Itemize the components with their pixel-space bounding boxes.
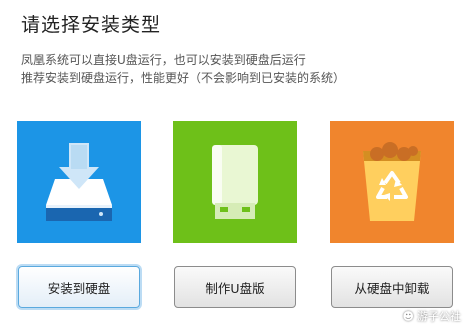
watermark: ☻ 游子公社 — [403, 308, 461, 324]
usb-drive-icon — [212, 145, 258, 219]
make-usb-tile[interactable] — [173, 121, 297, 243]
page-title: 请选择安装类型 — [21, 14, 162, 36]
hard-disk-download-icon — [46, 143, 112, 221]
recycle-bin-icon — [363, 142, 421, 221]
make-usb-button[interactable]: 制作U盘版 — [174, 266, 296, 308]
watermark-text: 游子公社 — [417, 310, 461, 323]
description-line-2: 推荐安装到硬盘运行，性能更好（不会影响到已安装的系统） — [21, 71, 346, 85]
install-to-disk-button[interactable]: 安装到硬盘 — [18, 266, 140, 308]
install-to-disk-tile[interactable] — [17, 121, 141, 243]
uninstall-button[interactable]: 从硬盘中卸载 — [331, 266, 453, 308]
wechat-icon: ☻ — [402, 309, 414, 323]
uninstall-tile[interactable] — [330, 121, 454, 243]
description-line-1: 凤凰系统可以直接U盘运行，也可以安装到硬盘后运行 — [21, 53, 306, 67]
